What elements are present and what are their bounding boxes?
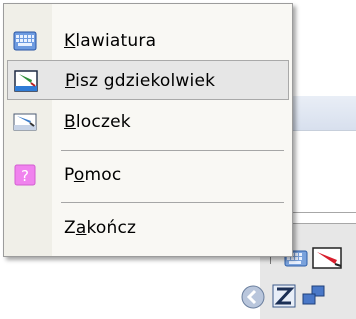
menu-item-klawiatura[interactable]: Klawiatura	[7, 21, 289, 61]
help-icon: ?	[13, 163, 37, 187]
menu-item-zakoncz[interactable]: Zakończ	[7, 208, 289, 248]
svg-text:?: ?	[21, 167, 29, 185]
menu-separator	[61, 202, 284, 203]
menu-item-label: Pomoc	[64, 165, 122, 185]
back-arrow-icon[interactable]	[240, 284, 266, 310]
menu-separator	[61, 150, 284, 151]
context-menu: Klawiatura Pisz gdziekolwiek Bloczek ? P…	[3, 3, 293, 257]
text-input-icon[interactable]	[272, 284, 296, 308]
menu-item-bloczek[interactable]: Bloczek	[7, 102, 289, 142]
menu-item-label: Pisz gdziekolwiek	[65, 71, 216, 91]
menu-item-label: Klawiatura	[64, 31, 157, 51]
menu-item-label: Bloczek	[64, 112, 131, 132]
pen-icon[interactable]	[311, 246, 345, 270]
writing-pad-icon	[13, 110, 37, 134]
menu-item-pomoc[interactable]: ? Pomoc	[7, 155, 289, 195]
keyboard-icon	[13, 29, 37, 53]
menu-item-pisz-gdziekolwiek[interactable]: Pisz gdziekolwiek	[7, 60, 289, 100]
network-icon[interactable]	[300, 284, 328, 308]
write-anywhere-icon	[14, 69, 38, 93]
menu-item-label: Zakończ	[64, 218, 137, 238]
